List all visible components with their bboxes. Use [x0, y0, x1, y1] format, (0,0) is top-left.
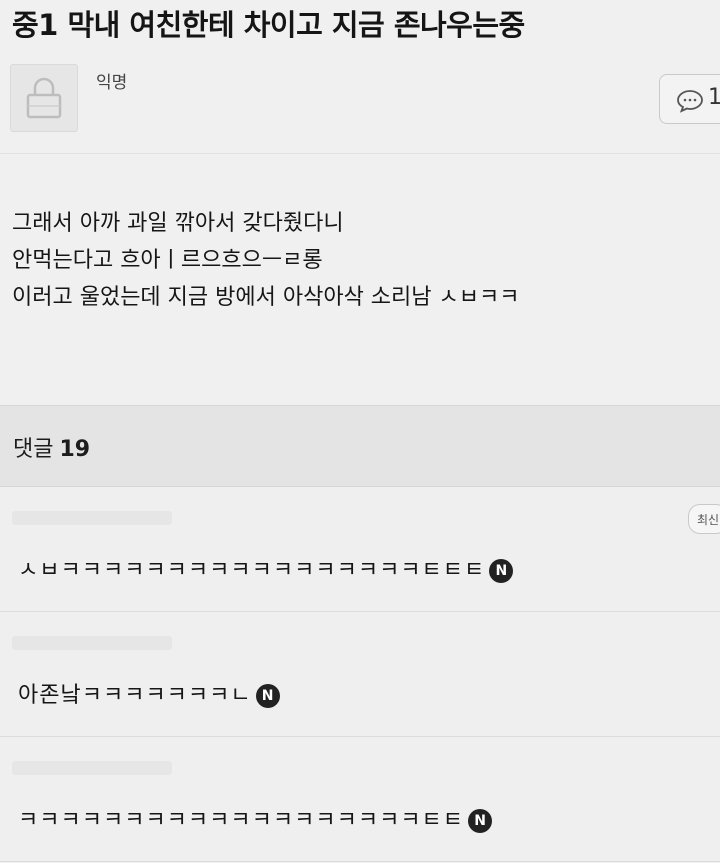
comments-header: 댓글 19 — [0, 405, 720, 487]
comments-label: 댓글 19 — [13, 431, 90, 463]
comment-text: ㅋㅋㅋㅋㅋㅋㅋㅋㅋㅋㅋㅋㅋㅋㅋㅋㅋㅋㅋㅌㅌ N — [18, 802, 493, 834]
new-badge: N — [255, 684, 280, 708]
comment-text: 아존낰ㅋㅋㅋㅋㅋㅋㅋㄴ N — [18, 677, 280, 709]
author-name: 익명 — [96, 73, 128, 93]
comment-text: ㅅㅂㅋㅋㅋㅋㅋㅋㅋㅋㅋㅋㅋㅋㅋㅋㅋㅋㅋㅌㅌㅌ N — [18, 552, 514, 584]
comment-author-placeholder — [12, 761, 172, 775]
comment-author-placeholder — [12, 636, 172, 650]
post-body: 그래서 아까 과일 깎아서 갖다줬다니 안먹는다고 흐아ㅣ르으흐으ㅡㄹ롱 이러고… — [12, 205, 519, 316]
comment-text-content: ㅋㅋㅋㅋㅋㅋㅋㅋㅋㅋㅋㅋㅋㅋㅋㅋㅋㅋㅋㅌㅌ — [18, 808, 465, 833]
comments-count: 19 — [59, 437, 91, 462]
lock-icon — [26, 77, 62, 119]
post-body-line: 이러고 울었는데 지금 방에서 아삭아삭 소리남 ㅅㅂㅋㅋ — [12, 285, 520, 310]
comments-label-text: 댓글 — [13, 437, 54, 462]
comment-count: 1 — [708, 85, 720, 110]
comment-author-placeholder — [12, 511, 172, 525]
header-divider — [0, 153, 720, 154]
comment-count-button[interactable]: 1 — [659, 74, 720, 124]
new-badge: N — [489, 559, 514, 583]
comment-item[interactable]: ㅅㅂㅋㅋㅋㅋㅋㅋㅋㅋㅋㅋㅋㅋㅋㅋㅋㅋㅋㅌㅌㅌ N — [0, 487, 720, 612]
comment-text-content: ㅅㅂㅋㅋㅋㅋㅋㅋㅋㅋㅋㅋㅋㅋㅋㅋㅋㅋㅋㅌㅌㅌ — [18, 558, 486, 583]
post-body-line: 그래서 아까 과일 깎아서 갖다줬다니 — [12, 211, 344, 236]
sort-chip[interactable]: 최신 — [688, 504, 720, 534]
comment-item[interactable]: 아존낰ㅋㅋㅋㅋㅋㅋㅋㄴ N — [0, 612, 720, 737]
speech-bubble-icon — [677, 90, 703, 113]
post-title: 중1 막내 여친한테 차이고 지금 존나우는중 — [12, 8, 525, 42]
new-badge: N — [468, 809, 493, 833]
post-body-line: 안먹는다고 흐아ㅣ르으흐으ㅡㄹ롱 — [12, 248, 323, 273]
avatar — [10, 64, 78, 132]
comment-item[interactable]: ㅋㅋㅋㅋㅋㅋㅋㅋㅋㅋㅋㅋㅋㅋㅋㅋㅋㅋㅋㅌㅌ N — [0, 737, 720, 862]
comment-text-content: 아존낰ㅋㅋㅋㅋㅋㅋㅋㄴ — [18, 683, 252, 708]
